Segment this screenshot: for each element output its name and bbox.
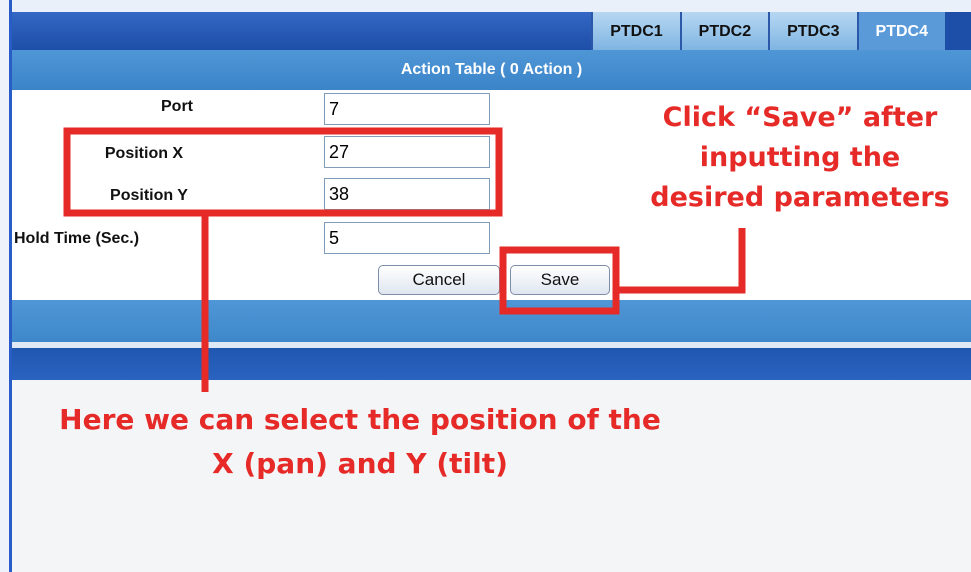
annotation-overlay [63,127,746,392]
save-annotation: Click “Save” after inputting the desired… [640,98,960,218]
save-annotation-line-3: desired parameters [650,182,950,213]
save-annotation-line-2: inputting the [699,142,901,173]
position-highlight-box [63,127,503,217]
save-annotation-line-1: Click “Save” after [662,102,938,133]
save-highlight-box [499,246,620,315]
position-annotation-line-2: X (pan) and Y (tilt) [212,447,508,480]
save-callout-line [616,228,746,294]
position-annotation-line-1: Here we can select the position of the [59,403,661,436]
app-window: PTDC1 PTDC2 PTDC3 PTDC4 Action Table ( 0… [0,0,971,572]
position-annotation: Here we can select the position of the X… [30,398,690,486]
